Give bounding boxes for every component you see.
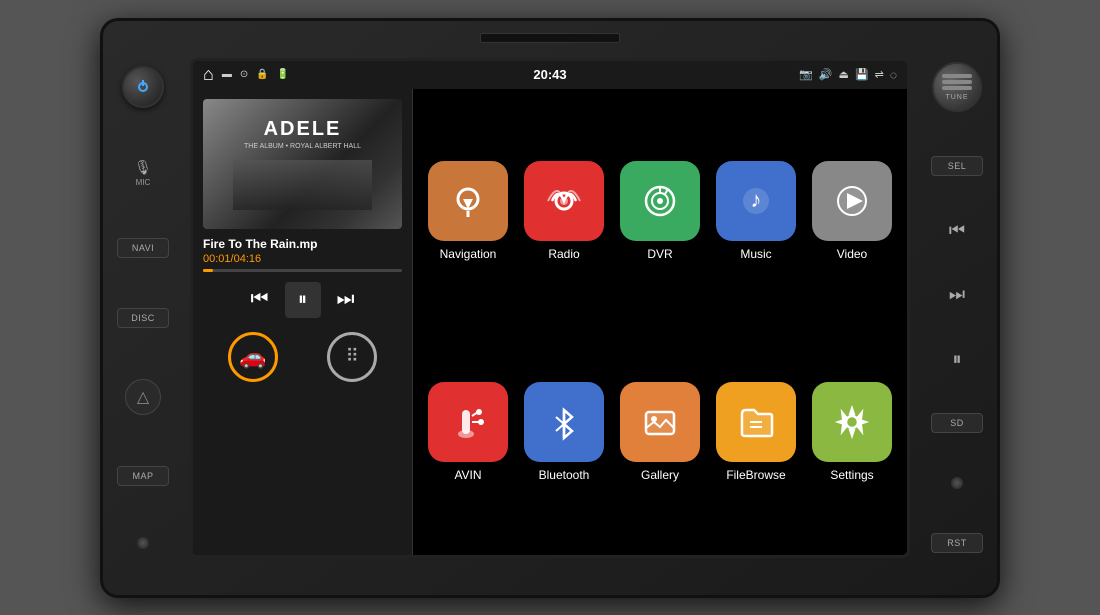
avin-label: AVIN [454, 468, 481, 482]
app-music[interactable]: ♪ Music [716, 109, 796, 314]
music-icon: ♪ [716, 161, 796, 241]
app-navigation[interactable]: Navigation [428, 109, 508, 314]
sel-button[interactable]: SEL [931, 156, 983, 176]
status-icon-vol: 🔊 [819, 68, 833, 81]
bottom-icons: 🚗 ⠿ [203, 332, 402, 382]
left-panel: 🎙 MIC NAVI DISC △ MAP [103, 21, 183, 595]
track-info: Fire To The Rain.mp 00:01/04:16 [203, 237, 402, 272]
status-icon-record: ⊙ [240, 69, 248, 80]
tune-knob[interactable]: TUNE [932, 62, 982, 112]
mic-label: MIC [136, 178, 151, 187]
navi-button[interactable]: NAVI [117, 238, 169, 258]
status-icon-battery: 🔋 [277, 69, 289, 80]
grid-menu-button[interactable]: ⠿ [327, 332, 377, 382]
disc-slot[interactable] [480, 33, 620, 43]
progress-bar [203, 269, 402, 272]
pause-button[interactable]: ⏸ [953, 349, 962, 370]
car-unit: 🎙 MIC NAVI DISC △ MAP ⌂ ▬ ⊙ 🔒 🔋 20:43 📷 … [100, 18, 1000, 598]
prev-button[interactable]: ⏮ [251, 288, 269, 311]
app-grid: Navigation Radio [413, 89, 907, 555]
app-dvr[interactable]: DVR [620, 109, 700, 314]
sd-button[interactable]: SD [931, 413, 983, 433]
navigation-icon [428, 161, 508, 241]
clock: 20:43 [533, 67, 566, 82]
next-button[interactable]: ⏭ [337, 288, 355, 311]
artist-sub: THE ALBUM • ROYAL ALBERT HALL [244, 143, 361, 150]
app-radio[interactable]: Radio [524, 109, 604, 314]
music-panel: ADELE THE ALBUM • ROYAL ALBERT HALL Fire… [193, 89, 413, 555]
car-mode-button[interactable]: 🚗 [228, 332, 278, 382]
screen-content: ADELE THE ALBUM • ROYAL ALBERT HALL Fire… [193, 89, 907, 555]
navigation-label: Navigation [440, 247, 497, 261]
dvr-icon [620, 161, 700, 241]
rst-button[interactable]: RST [931, 533, 983, 553]
mic-icon: 🎙 [134, 159, 152, 176]
settings-icon [812, 382, 892, 462]
track-name: Fire To The Rain.mp [203, 237, 402, 251]
radio-label: Radio [548, 247, 579, 261]
dvr-label: DVR [647, 247, 672, 261]
album-art: ADELE THE ALBUM • ROYAL ALBERT HALL [203, 99, 402, 229]
status-icon-media: ▬ [222, 69, 232, 80]
bluetooth-label: Bluetooth [539, 468, 590, 482]
progress-fill [203, 269, 213, 272]
power-icon [138, 82, 148, 92]
status-icon-eject: ⏏ [839, 68, 849, 81]
radio-icon [524, 161, 604, 241]
status-icon-android: ◌ [890, 68, 897, 82]
filebrowse-icon [716, 382, 796, 462]
app-filebrowse[interactable]: FileBrowse [716, 330, 796, 535]
settings-label: Settings [830, 468, 873, 482]
svg-text:♪: ♪ [751, 187, 762, 212]
play-pause-button[interactable]: ⏸ [285, 282, 321, 318]
app-video[interactable]: Video [812, 109, 892, 314]
app-gallery[interactable]: Gallery [620, 330, 700, 535]
filebrowse-label: FileBrowse [726, 468, 785, 482]
next-track-button[interactable]: ⏭ [949, 284, 965, 305]
tune-label: TUNE [945, 94, 968, 101]
status-right: 📷 🔊 ⏏ 💾 ⇌ ◌ [799, 68, 897, 82]
avin-icon [428, 382, 508, 462]
app-avin[interactable]: AVIN [428, 330, 508, 535]
album-art-image: ADELE THE ALBUM • ROYAL ALBERT HALL [203, 99, 402, 229]
status-icon-usb: 💾 [855, 68, 869, 81]
screw-right [951, 477, 963, 489]
right-panel: TUNE SEL ⏮ ⏭ ⏸ SD RST [917, 21, 997, 595]
status-left: ⌂ ▬ ⊙ 🔒 🔋 [203, 64, 289, 85]
artist-name: ADELE [264, 118, 342, 141]
home-icon[interactable]: ⌂ [203, 64, 214, 85]
track-time: 00:01/04:16 [203, 253, 402, 265]
app-settings[interactable]: Settings [812, 330, 892, 535]
video-icon [812, 161, 892, 241]
status-icon-conn: ⇌ [875, 68, 884, 81]
status-bar: ⌂ ▬ ⊙ 🔒 🔋 20:43 📷 🔊 ⏏ 💾 ⇌ ◌ [193, 61, 907, 89]
screw-left [137, 537, 149, 549]
status-icon-lock: 🔒 [256, 69, 268, 80]
screen: ⌂ ▬ ⊙ 🔒 🔋 20:43 📷 🔊 ⏏ 💾 ⇌ ◌ [190, 58, 910, 558]
bluetooth-icon [524, 382, 604, 462]
video-label: Video [837, 247, 867, 261]
power-knob[interactable] [122, 66, 164, 108]
disc-button[interactable]: DISC [117, 308, 169, 328]
gallery-label: Gallery [641, 468, 679, 482]
status-icon-cam: 📷 [799, 68, 813, 81]
prev-track-button[interactable]: ⏮ [949, 220, 965, 241]
map-button[interactable]: MAP [117, 466, 169, 486]
player-controls: ⏮ ⏸ ⏭ [203, 282, 402, 318]
gallery-icon [620, 382, 700, 462]
music-label: Music [740, 247, 771, 261]
home-button[interactable]: △ [125, 379, 161, 415]
app-bluetooth[interactable]: Bluetooth [524, 330, 604, 535]
